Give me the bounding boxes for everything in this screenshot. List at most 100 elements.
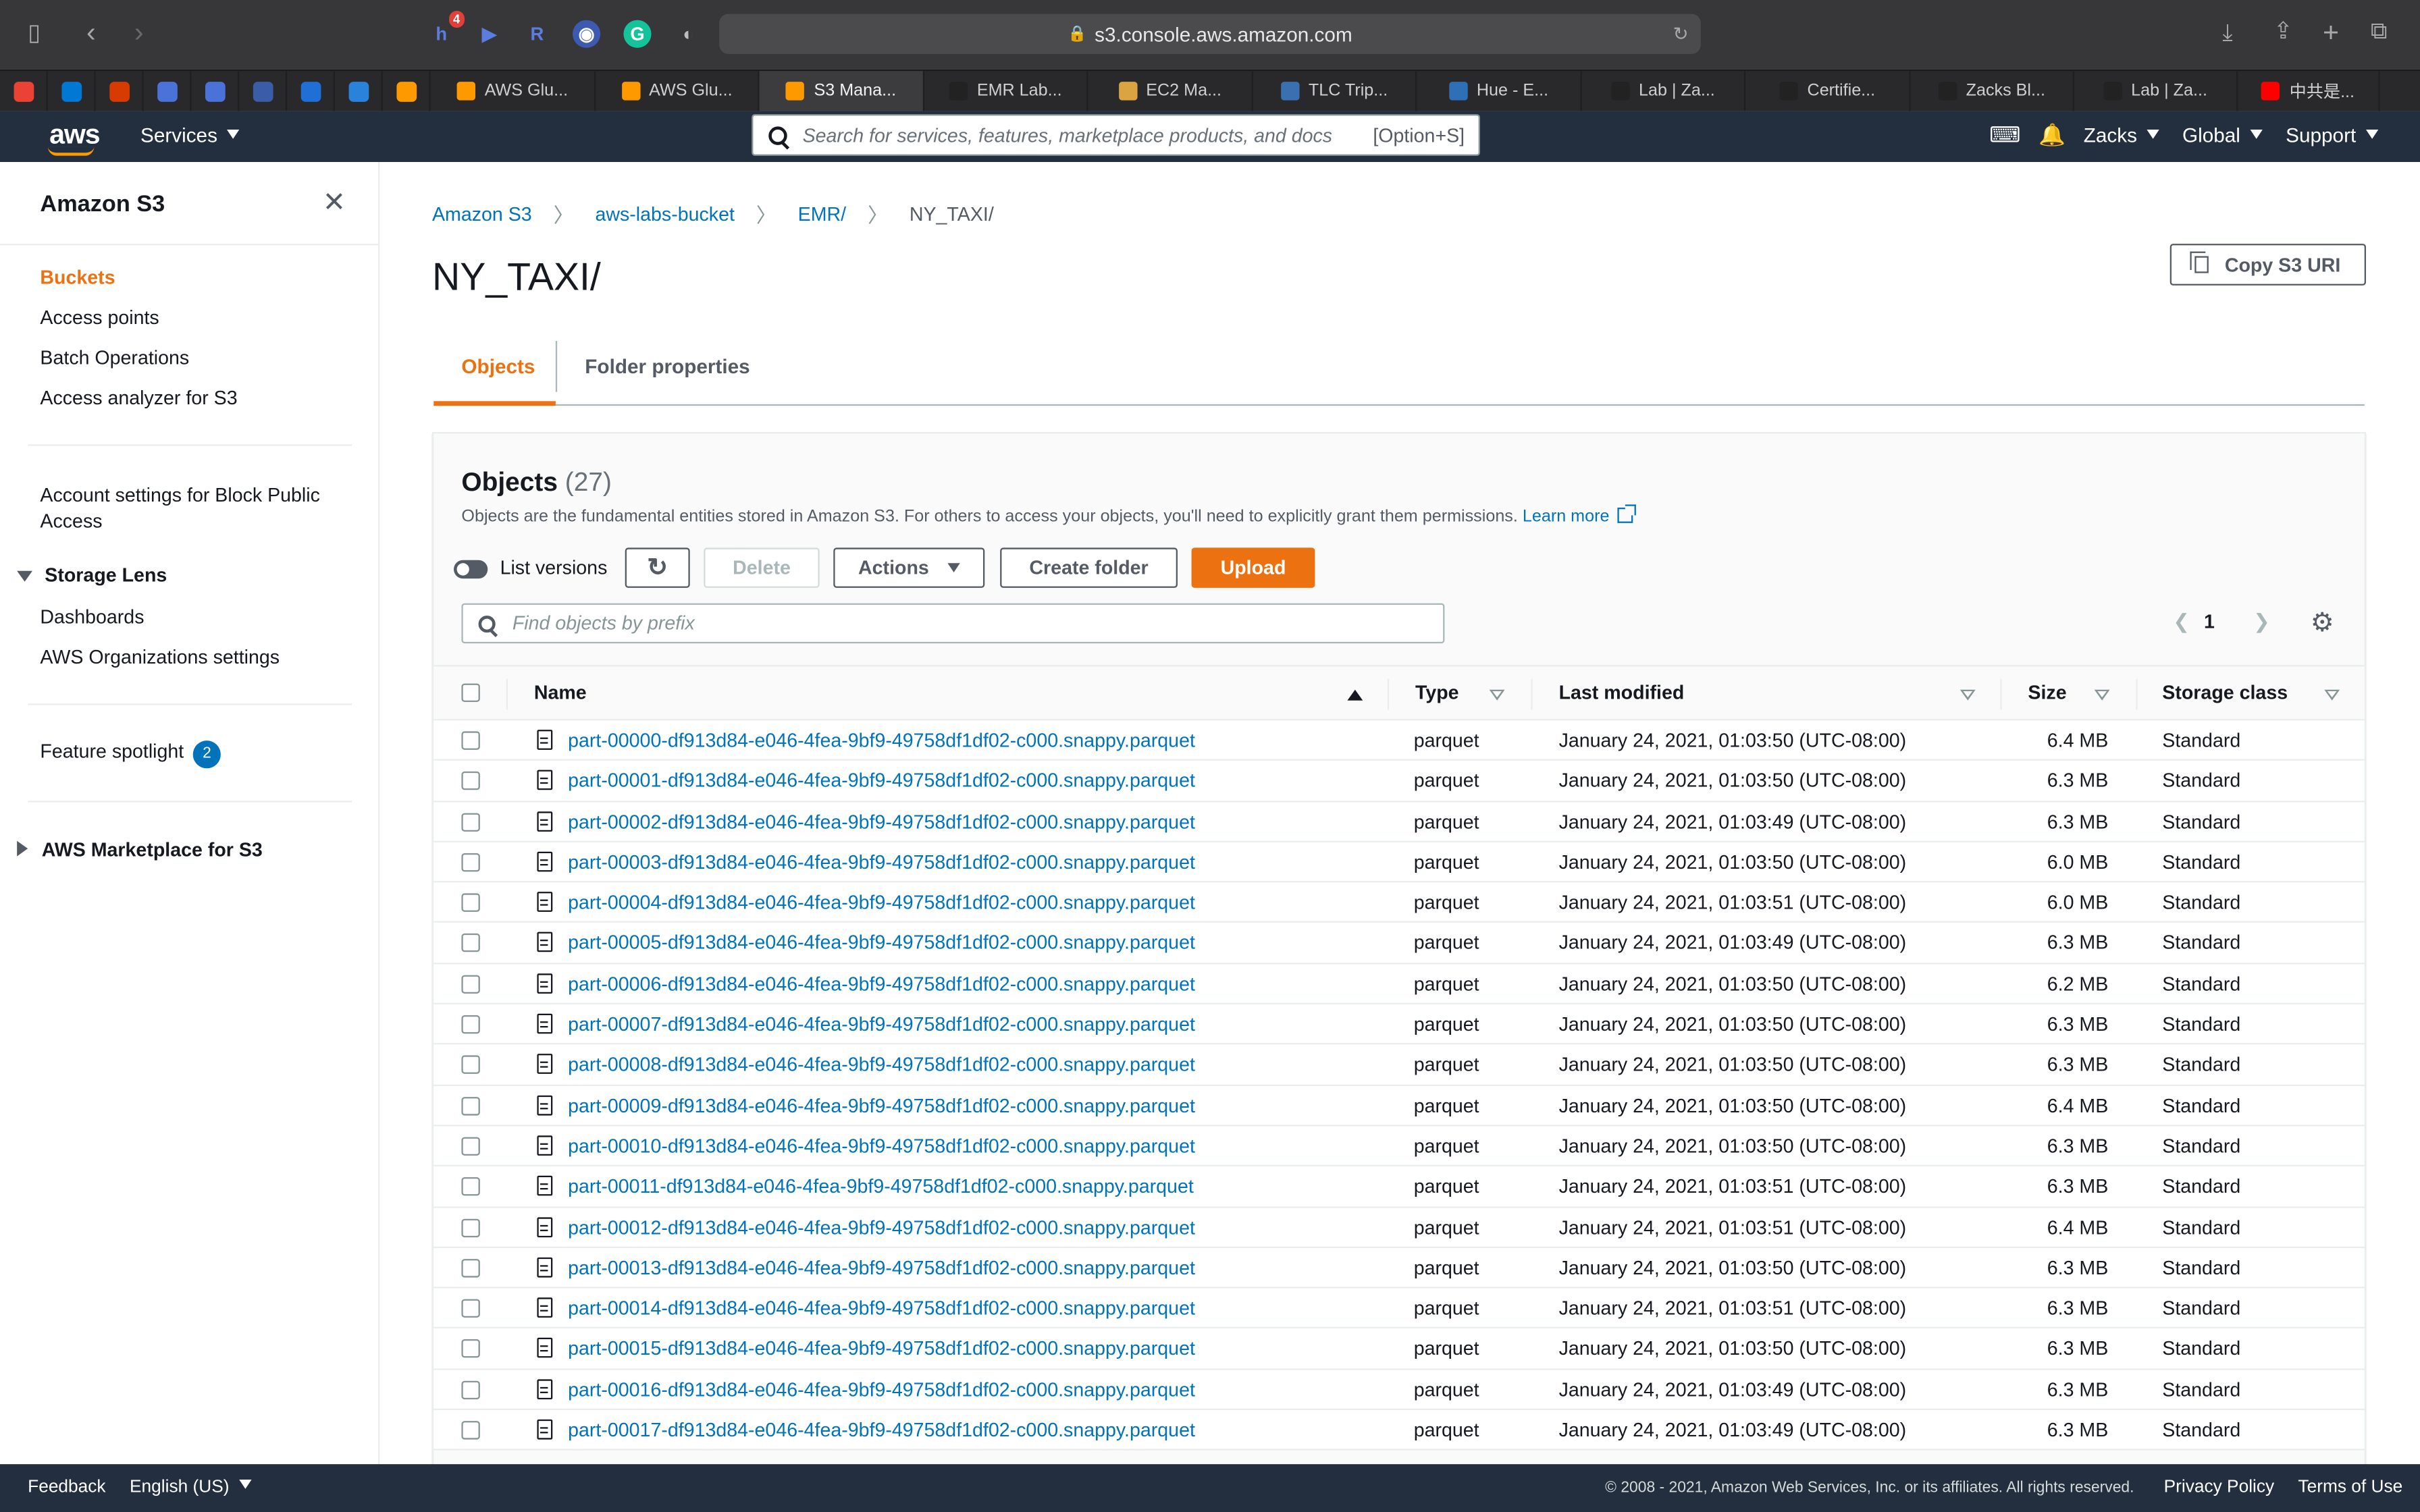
table-row[interactable]: part-00013-df913d84-e046-4fea-9bf9-49758…	[433, 1247, 2365, 1289]
notifications-icon[interactable]: 🔔	[2038, 122, 2066, 148]
browser-tab[interactable]: Hue - E...	[1417, 71, 1582, 111]
object-name-link[interactable]: part-00008-df913d84-e046-4fea-9bf9-49758…	[568, 1054, 1195, 1076]
extension-play-icon[interactable]: ▶	[475, 20, 503, 48]
row-checkbox[interactable]	[461, 853, 480, 872]
support-menu[interactable]: Support	[2286, 124, 2378, 146]
object-name-link[interactable]: part-00002-df913d84-e046-4fea-9bf9-49758…	[568, 811, 1195, 832]
extension-h-icon[interactable]: h4	[427, 10, 465, 48]
object-name-link[interactable]: part-00004-df913d84-e046-4fea-9bf9-49758…	[568, 892, 1195, 914]
table-row[interactable]: part-00002-df913d84-e046-4fea-9bf9-49758…	[433, 801, 2365, 842]
object-name-link[interactable]: part-00005-df913d84-e046-4fea-9bf9-49758…	[568, 933, 1195, 954]
services-menu[interactable]: Services	[140, 124, 239, 146]
sidebar-item-access-analyzer[interactable]: Access analyzer for S3	[40, 387, 237, 409]
pinned-tab[interactable]	[0, 71, 48, 111]
row-checkbox[interactable]	[461, 893, 480, 913]
table-row[interactable]: part-00000-df913d84-e046-4fea-9bf9-49758…	[433, 720, 2365, 761]
row-checkbox[interactable]	[461, 1421, 480, 1440]
browser-tab[interactable]: AWS Glu...	[431, 71, 596, 111]
extension-shield-icon[interactable]: ◐	[675, 20, 702, 48]
breadcrumb-amazon-s3[interactable]: Amazon S3	[432, 203, 532, 225]
pinned-tab[interactable]	[287, 71, 335, 111]
object-name-link[interactable]: part-00003-df913d84-e046-4fea-9bf9-49758…	[568, 851, 1195, 873]
object-name-link[interactable]: part-00010-df913d84-e046-4fea-9bf9-49758…	[568, 1135, 1195, 1157]
object-name-link[interactable]: part-00014-df913d84-e046-4fea-9bf9-49758…	[568, 1298, 1195, 1320]
table-row[interactable]: part-00009-df913d84-e046-4fea-9bf9-49758…	[433, 1085, 2365, 1127]
table-row[interactable]: part-00008-df913d84-e046-4fea-9bf9-49758…	[433, 1045, 2365, 1086]
aws-search-input[interactable]: Search for services, features, marketpla…	[752, 114, 1480, 156]
browser-tab[interactable]: 中共是...	[2238, 71, 2380, 111]
row-checkbox[interactable]	[461, 1258, 480, 1278]
forward-icon[interactable]: ›	[134, 18, 144, 46]
column-header-storage-class[interactable]: Storage class	[2162, 682, 2288, 703]
sidebar-section-marketplace[interactable]: AWS Marketplace for S3	[17, 839, 263, 861]
sidebar-toggle-icon[interactable]: ▯	[28, 22, 41, 45]
row-checkbox[interactable]	[461, 1218, 480, 1237]
downloads-icon[interactable]: ⤓	[2222, 22, 2232, 45]
table-row[interactable]: part-00007-df913d84-e046-4fea-9bf9-49758…	[433, 1004, 2365, 1046]
extension-grammarly-icon[interactable]: G	[623, 20, 652, 48]
select-all-checkbox[interactable]	[461, 683, 480, 702]
row-checkbox[interactable]	[461, 731, 480, 750]
column-header-type[interactable]: Type	[1415, 682, 1459, 703]
tab-objects[interactable]: Objects	[461, 355, 535, 378]
actions-button[interactable]: Actions	[833, 547, 985, 588]
row-checkbox[interactable]	[461, 1177, 480, 1197]
new-tab-icon[interactable]: +	[2323, 18, 2339, 46]
row-checkbox[interactable]	[461, 975, 480, 994]
row-checkbox[interactable]	[461, 1380, 480, 1399]
breadcrumb-emr[interactable]: EMR/	[798, 203, 846, 225]
share-icon[interactable]: ⇪	[2273, 20, 2293, 43]
object-name-link[interactable]: part-00011-df913d84-e046-4fea-9bf9-49758…	[568, 1176, 1194, 1197]
sidebar-item-organizations-settings[interactable]: AWS Organizations settings	[40, 647, 280, 668]
table-row[interactable]: part-00003-df913d84-e046-4fea-9bf9-49758…	[433, 842, 2365, 883]
cloudshell-icon[interactable]: ⌨	[1989, 122, 2020, 148]
delete-button[interactable]: Delete	[704, 547, 820, 588]
pinned-tab[interactable]	[48, 71, 96, 111]
refresh-button[interactable]: ↻	[625, 547, 690, 588]
table-row[interactable]: part-00001-df913d84-e046-4fea-9bf9-49758…	[433, 761, 2365, 802]
close-icon[interactable]: ✕	[323, 187, 346, 219]
sidebar-item-dashboards[interactable]: Dashboards	[40, 606, 144, 628]
browser-tab[interactable]: Zacks Bl...	[1911, 71, 2074, 111]
pinned-tab[interactable]	[335, 71, 383, 111]
browser-tab[interactable]: EC2 Ma...	[1088, 71, 1253, 111]
object-name-link[interactable]: part-00015-df913d84-e046-4fea-9bf9-49758…	[568, 1339, 1195, 1360]
previous-page-icon[interactable]: ❮	[2173, 610, 2190, 634]
row-checkbox[interactable]	[461, 1056, 480, 1075]
reload-icon[interactable]: ↻	[1673, 23, 1689, 45]
table-row[interactable]: part-00015-df913d84-e046-4fea-9bf9-49758…	[433, 1329, 2365, 1370]
extension-r-icon[interactable]: R	[523, 20, 551, 48]
sort-ascending-icon[interactable]	[1347, 689, 1363, 701]
external-link-icon[interactable]	[1616, 504, 1636, 523]
copy-s3-uri-button[interactable]: Copy S3 URI	[2169, 244, 2366, 286]
object-name-link[interactable]: part-00006-df913d84-e046-4fea-9bf9-49758…	[568, 973, 1195, 995]
terms-of-use-link[interactable]: Terms of Use	[2298, 1478, 2402, 1496]
sidebar-item-access-points[interactable]: Access points	[40, 307, 159, 329]
pinned-tab[interactable]	[239, 71, 288, 111]
sort-icon[interactable]	[1959, 689, 1976, 701]
table-row[interactable]: part-00017-df913d84-e046-4fea-9bf9-49758…	[433, 1410, 2365, 1451]
feedback-link[interactable]: Feedback	[28, 1478, 105, 1496]
row-checkbox[interactable]	[461, 1015, 480, 1034]
tab-overview-icon[interactable]: ⧉	[2371, 20, 2388, 43]
sort-icon[interactable]	[1489, 689, 1505, 701]
pinned-tab[interactable]	[383, 71, 431, 111]
table-row[interactable]: part-00012-df913d84-e046-4fea-9bf9-49758…	[433, 1207, 2365, 1248]
next-page-icon[interactable]: ❯	[2253, 610, 2270, 634]
region-menu[interactable]: Global	[2182, 124, 2262, 146]
sidebar-item-feature-spotlight[interactable]: Feature spotlight 2	[40, 740, 221, 769]
object-name-link[interactable]: part-00013-df913d84-e046-4fea-9bf9-49758…	[568, 1258, 1195, 1279]
account-menu[interactable]: Zacks	[2084, 124, 2159, 146]
column-header-name[interactable]: Name	[534, 682, 587, 703]
column-header-last-modified[interactable]: Last modified	[1559, 682, 1685, 703]
sort-icon[interactable]	[2094, 689, 2110, 701]
address-bar[interactable]: 🔒 s3.console.aws.amazon.com ↻	[719, 14, 1701, 54]
object-name-link[interactable]: part-00017-df913d84-e046-4fea-9bf9-49758…	[568, 1420, 1195, 1441]
language-selector[interactable]: English (US)	[130, 1478, 251, 1496]
object-name-link[interactable]: part-00012-df913d84-e046-4fea-9bf9-49758…	[568, 1216, 1195, 1238]
learn-more-link[interactable]: Learn more	[1523, 508, 1610, 526]
sidebar-item-buckets[interactable]: Buckets	[40, 267, 115, 288]
row-checkbox[interactable]	[461, 1340, 480, 1359]
browser-tab[interactable]: AWS Glu...	[596, 71, 760, 111]
pinned-tab[interactable]	[191, 71, 240, 111]
